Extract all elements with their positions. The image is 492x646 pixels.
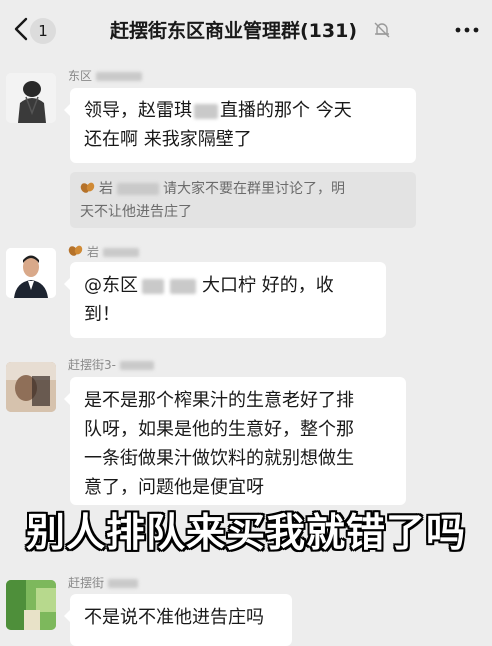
chat-title: 赶摆街东区商业管理群(131): [110, 20, 358, 42]
sender-name: 东区: [68, 68, 143, 84]
chat-header: 1 赶摆街东区商业管理群(131): [0, 0, 492, 58]
message-text: 意了，问题他是便宜呀: [84, 477, 264, 498]
quote-text: 请大家不要在群里讨论了，明: [163, 181, 345, 197]
message-bubble[interactable]: 领导，赵雷琪 直播的那个 今天 还在啊 来我家隔壁了: [64, 88, 416, 163]
message-text: 还在啊 来我家隔壁了: [84, 129, 252, 150]
leaf-icon: [68, 245, 83, 256]
quote-text: 天不让他进告庄了: [80, 204, 192, 220]
quote-sender: 岩: [99, 181, 113, 197]
avatar[interactable]: [6, 580, 56, 630]
avatar[interactable]: [6, 248, 56, 298]
message-bubble[interactable]: @东区 大口柠 好的，收 到！: [64, 262, 386, 338]
avatar-photo-icon: [6, 580, 56, 630]
sender-name: 岩: [68, 244, 140, 260]
more-dots-icon[interactable]: [455, 26, 479, 34]
sender-name: 赶摆街3-: [68, 357, 154, 373]
message-bubble[interactable]: 不是说不准他进告庄吗: [64, 594, 292, 646]
message-text: 一条街做果汁做饮料的就别想做生: [84, 448, 354, 469]
avatar-figure-icon: [6, 73, 56, 123]
message-text: 队呀，如果是他的生意好，整个那: [84, 419, 354, 440]
video-caption: 别人排队来买我就错了吗: [25, 511, 466, 556]
message-text: 是不是那个榨果汁的生意老好了排: [84, 390, 354, 411]
message-bubble[interactable]: 是不是那个榨果汁的生意老好了排 队呀，如果是他的生意好，整个那 一条街做果汁做饮…: [64, 377, 406, 505]
leaf-icon: [80, 182, 95, 193]
avatar-photo-icon: [6, 362, 56, 412]
sender-name: 赶摆街: [68, 575, 139, 591]
avatar-man-icon: [6, 248, 56, 298]
message-text: 不是说不准他进告庄吗: [84, 607, 264, 628]
avatar[interactable]: [6, 362, 56, 412]
quoted-message[interactable]: 岩 请大家不要在群里讨论了，明 天不让他进告庄了: [70, 172, 416, 228]
message-text: 到！: [84, 304, 120, 325]
bell-muted-icon: [374, 22, 390, 38]
message-text: @东区 大口柠 好的，收: [84, 275, 334, 296]
avatar[interactable]: [6, 73, 56, 123]
unread-count-badge[interactable]: 1: [30, 18, 56, 44]
message-text: 领导，赵雷琪 直播的那个 今天: [84, 100, 352, 121]
